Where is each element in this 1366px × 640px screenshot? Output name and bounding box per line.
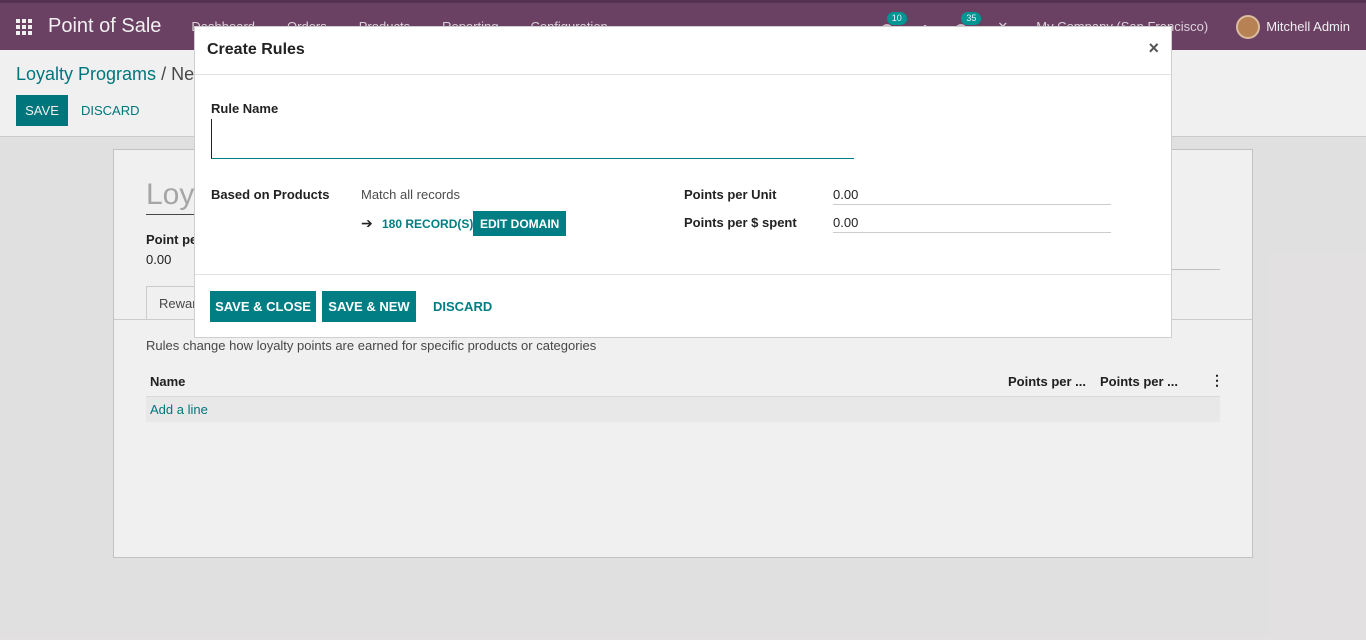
points-per-spent-field[interactable]: 0.00 (833, 215, 1111, 233)
rule-name-label: Rule Name (211, 101, 279, 116)
based-on-products-label: Based on Products (211, 187, 330, 202)
points-per-unit-label: Points per Unit (684, 187, 777, 202)
rule-name-input[interactable] (211, 119, 854, 159)
arrow-right-icon: ➔ (361, 215, 373, 231)
points-per-unit-field[interactable]: 0.00 (833, 187, 1111, 205)
domain-match-emphasis: all records (400, 187, 460, 202)
create-rules-dialog: Create Rules × Rule Name Based on Produc… (194, 26, 1172, 338)
save-close-button[interactable]: SAVE & CLOSE (210, 291, 316, 322)
save-new-button[interactable]: SAVE & NEW (322, 291, 416, 322)
dialog-footer: SAVE & CLOSE SAVE & NEW DISCARD (195, 275, 1171, 337)
dialog-title: Create Rules (207, 41, 305, 58)
records-count-link[interactable]: 180 RECORD(S) (382, 217, 473, 231)
dialog-header: Create Rules × (195, 27, 1171, 75)
domain-match-prefix: Match (361, 187, 401, 202)
close-icon[interactable]: × (1148, 38, 1159, 59)
domain-summary: Match all records (361, 187, 460, 202)
dialog-body: Rule Name Based on Products Match all re… (195, 75, 1171, 275)
dialog-discard-button[interactable]: DISCARD (433, 299, 492, 314)
points-per-spent-label: Points per $ spent (684, 215, 797, 230)
edit-domain-button[interactable]: EDIT DOMAIN (473, 211, 567, 236)
